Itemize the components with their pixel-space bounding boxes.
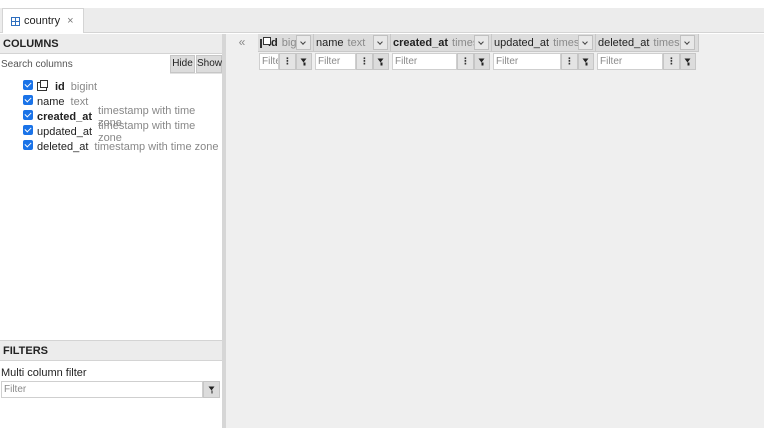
header-type: timestamp with time zone — [653, 36, 681, 49]
grid-header: « id bigint name text created_at timesta… — [226, 34, 699, 71]
filter-input-name[interactable] — [315, 53, 356, 70]
filter-row-spacer — [226, 52, 258, 71]
filter-button[interactable] — [203, 381, 220, 398]
tab-label: country — [24, 15, 61, 27]
filters-panel: FILTERS Multi column filter — [0, 340, 222, 428]
filter-funnel-button[interactable] — [680, 53, 696, 70]
funnel-icon — [582, 58, 590, 65]
close-icon[interactable]: × — [67, 15, 73, 27]
show-button[interactable]: Show — [196, 55, 222, 73]
checkbox-created-at[interactable] — [23, 110, 33, 120]
filter-input-updated-at[interactable] — [493, 53, 561, 70]
filter-options-icon[interactable]: ⋮ — [561, 53, 578, 70]
funnel-icon — [208, 386, 215, 393]
column-menu-dropdown[interactable] — [296, 35, 311, 50]
filter-cell-deleted-at: ⋮ — [596, 52, 699, 71]
column-name: updated_at — [37, 125, 93, 138]
filter-options-icon[interactable]: ⋮ — [279, 53, 296, 70]
column-header-created-at[interactable]: created_at timestamp with time zone — [391, 34, 492, 52]
chevron-down-icon — [377, 39, 383, 45]
filters-panel-title: FILTERS — [0, 340, 222, 361]
checkbox-name[interactable] — [23, 95, 33, 105]
column-header-name[interactable]: name text — [314, 34, 391, 52]
column-menu-dropdown[interactable] — [578, 35, 593, 50]
filter-funnel-button[interactable] — [474, 53, 490, 70]
collapse-panel-icon[interactable]: « — [226, 34, 258, 52]
chevron-down-icon — [478, 39, 484, 45]
checkbox-updated-at[interactable] — [23, 125, 33, 135]
column-item-updated-at[interactable]: updated_at timestamp with time zone — [0, 120, 222, 144]
filter-input-created-at[interactable] — [392, 53, 457, 70]
column-list: id bigint name text created_at timestamp… — [0, 74, 222, 154]
column-item-id[interactable]: id bigint — [0, 79, 222, 94]
filter-options-icon[interactable]: ⋮ — [356, 53, 373, 70]
multi-column-filter-row — [0, 381, 222, 399]
chevron-down-icon — [684, 39, 690, 45]
column-type: timestamp with time zone — [94, 140, 219, 153]
hide-button[interactable]: Hide — [170, 55, 195, 73]
multi-column-filter-input[interactable] — [1, 381, 203, 398]
column-item-deleted-at[interactable]: deleted_at timestamp with time zone — [0, 139, 222, 154]
chevron-down-icon — [582, 39, 588, 45]
column-menu-dropdown[interactable] — [474, 35, 489, 50]
header-name: created_at — [393, 36, 449, 49]
header-type: timestamp with time zone — [553, 36, 579, 49]
filter-funnel-button[interactable] — [296, 53, 312, 70]
column-header-id[interactable]: id bigint — [258, 34, 314, 52]
filter-options-icon[interactable]: ⋮ — [663, 53, 680, 70]
filter-funnel-button[interactable] — [578, 53, 594, 70]
header-type: text — [347, 36, 366, 49]
column-name: deleted_at — [37, 140, 89, 153]
primary-key-icon — [37, 80, 48, 91]
filter-cell-updated-at: ⋮ — [492, 52, 596, 71]
header-type: timestamp with time zone — [452, 36, 475, 49]
columns-panel-title: COLUMNS — [0, 34, 222, 54]
filter-funnel-button[interactable] — [373, 53, 389, 70]
header-name: deleted_at — [598, 36, 650, 49]
funnel-icon — [377, 58, 385, 65]
multi-column-filter-label: Multi column filter — [1, 367, 87, 379]
table-icon — [11, 16, 20, 26]
column-search-row: Hide Show — [0, 54, 222, 74]
header-name: updated_at — [494, 36, 550, 49]
header-name: name — [316, 36, 344, 49]
side-panel: COLUMNS Hide Show id bigint name text cr… — [0, 34, 222, 428]
column-name: id — [55, 80, 65, 93]
column-header-deleted-at[interactable]: deleted_at timestamp with time zone — [596, 34, 699, 52]
tab-country[interactable]: country × — [2, 8, 84, 33]
top-margin — [0, 0, 764, 8]
filter-input-id[interactable] — [259, 53, 279, 70]
filter-cell-id: ⋮ — [258, 52, 314, 71]
filter-input-deleted-at[interactable] — [597, 53, 663, 70]
column-header-updated-at[interactable]: updated_at timestamp with time zone — [492, 34, 596, 52]
funnel-icon — [300, 58, 308, 65]
data-grid: « id bigint name text created_at timesta… — [226, 34, 764, 428]
funnel-icon — [478, 58, 486, 65]
filter-cell-name: ⋮ — [314, 52, 391, 71]
column-menu-dropdown[interactable] — [680, 35, 695, 50]
column-menu-dropdown[interactable] — [373, 35, 388, 50]
search-columns-input[interactable] — [0, 54, 170, 74]
chevron-down-icon — [300, 39, 306, 45]
column-type: bigint — [70, 80, 98, 93]
checkbox-deleted-at[interactable] — [23, 140, 33, 150]
filter-cell-created-at: ⋮ — [391, 52, 492, 71]
filter-options-icon[interactable]: ⋮ — [457, 53, 474, 70]
checkbox-id[interactable] — [23, 80, 33, 90]
funnel-icon — [684, 58, 692, 65]
primary-key-icon — [260, 36, 271, 48]
tab-strip: country × — [0, 8, 764, 33]
